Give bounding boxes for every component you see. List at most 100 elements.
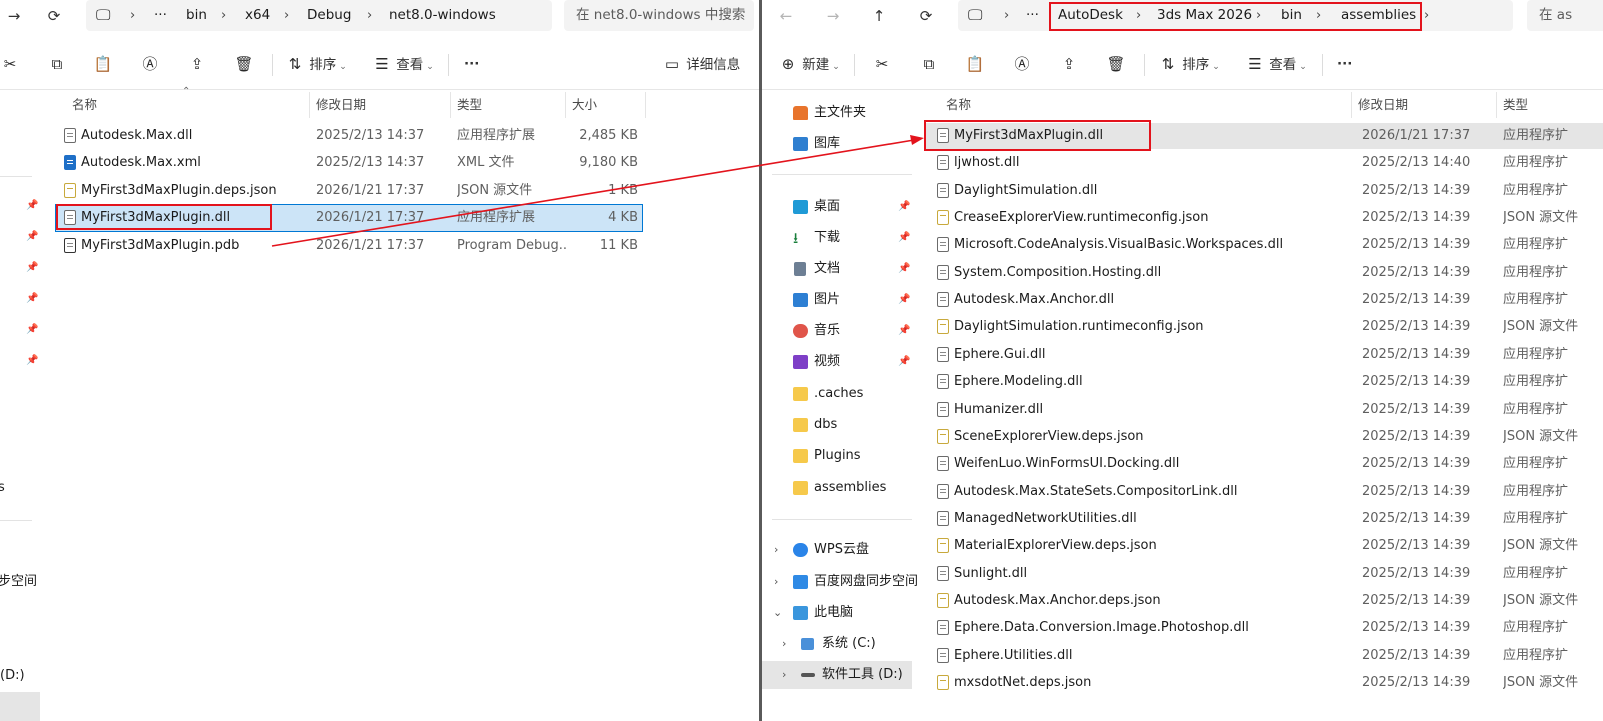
column-header-type[interactable]: 类型 xyxy=(451,92,566,118)
sidebar-item-this-pc[interactable]: ⌄ 此电脑 xyxy=(762,599,912,627)
more-button[interactable]: ··· xyxy=(464,50,479,78)
table-row[interactable]: Ephere.Modeling.dll 2025/2/13 14:39 应用程序扩 xyxy=(924,369,1603,395)
refresh-icon[interactable]: ⟳ xyxy=(912,4,940,28)
sidebar-item-assemblies[interactable]: assemblies xyxy=(762,474,912,502)
sidebar-item-music[interactable]: 音乐 📌 xyxy=(762,317,912,345)
table-row[interactable]: ManagedNetworkUtilities.dll 2025/2/13 14:… xyxy=(924,506,1603,532)
table-row[interactable]: Ephere.Utilities.dll 2025/2/13 14:39 应用程序扩 xyxy=(924,643,1603,669)
up-arrow-icon[interactable]: ↑ xyxy=(865,4,893,28)
column-header-size[interactable]: 大小 xyxy=(566,92,646,118)
cut-icon[interactable]: ✂ xyxy=(872,50,892,78)
delete-icon[interactable]: 🗑 xyxy=(234,50,254,78)
crumb-debug[interactable]: Debug xyxy=(307,0,351,31)
back-arrow-icon[interactable]: → xyxy=(0,4,28,28)
sort-button[interactable]: ⇅ 排序 ⌄ xyxy=(285,50,347,78)
cloud-icon xyxy=(793,543,808,557)
sidebar-item-dbs[interactable]: dbs xyxy=(762,411,912,439)
sidebar-item-label: 百度网盘同步空间 xyxy=(814,574,919,589)
cut-icon[interactable]: ✂ xyxy=(0,50,20,78)
table-row[interactable]: Autodesk.Max.dll 2025/2/13 14:37 应用程序扩展 2,4… xyxy=(56,123,642,149)
table-row[interactable]: MyFirst3dMaxPlugin.deps.json 2026/1/21 17… xyxy=(56,178,642,204)
view-label: 查看 xyxy=(1269,57,1297,73)
file-name: Autodesk.Max.Anchor.deps.json xyxy=(954,592,1161,608)
computer-icon[interactable]: 🖵 xyxy=(968,0,982,31)
column-header-type[interactable]: 类型 xyxy=(1497,92,1603,118)
sidebar-item-downloads[interactable]: ⭳ 下载 📌 xyxy=(762,224,912,252)
column-header-date[interactable]: 修改日期 xyxy=(310,92,451,118)
breadcrumb[interactable]: 🖵 › ··· bin › x64 › Debug › net8.0-windo… xyxy=(86,0,552,31)
table-row[interactable]: Autodesk.Max.Anchor.dll 2025/2/13 14:39 应用… xyxy=(924,287,1603,313)
view-button[interactable]: ☰ 查看 ⌄ xyxy=(1245,50,1307,78)
drive-icon xyxy=(801,673,815,677)
crumb-bin[interactable]: bin xyxy=(186,0,207,31)
file-date: 2025/2/13 14:37 xyxy=(316,128,425,143)
download-icon: ⭳ xyxy=(793,229,799,247)
sidebar-item-wps[interactable]: › WPS云盘 xyxy=(762,536,912,564)
file-type: 应用程序扩 xyxy=(1503,620,1569,636)
chevron-right-icon: › xyxy=(130,8,136,23)
table-row[interactable]: MyFirst3dMaxPlugin.pdb 2026/1/21 17:37 Pro… xyxy=(56,233,642,259)
sidebar-item-desktop[interactable]: 桌面 📌 xyxy=(762,193,912,221)
column-header-date[interactable]: 修改日期 xyxy=(1352,92,1497,118)
details-button[interactable]: ▭ 详细信息 xyxy=(662,50,740,78)
sidebar-item-selected[interactable] xyxy=(0,692,40,721)
table-row[interactable]: Autodesk.Max.Anchor.deps.json 2025/2/13 1… xyxy=(924,588,1603,614)
table-row[interactable]: System.Composition.Hosting.dll 2025/2/13 … xyxy=(924,260,1603,286)
ellipsis-icon[interactable]: ··· xyxy=(154,0,167,31)
rename-icon[interactable]: Ⓐ xyxy=(140,50,160,78)
table-row[interactable]: Ephere.Data.Conversion.Image.Photoshop.d… xyxy=(924,615,1603,641)
sidebar-item-gallery[interactable]: 图库 xyxy=(762,130,912,158)
table-row[interactable]: DaylightSimulation.runtimeconfig.json 202… xyxy=(924,314,1603,340)
computer-icon[interactable]: 🖵 xyxy=(96,0,110,31)
table-row[interactable]: ljwhost.dll 2025/2/13 14:40 应用程序扩 xyxy=(924,150,1603,176)
dll-file-icon xyxy=(937,346,949,362)
new-button[interactable]: ⊕ 新建 ⌄ xyxy=(778,50,840,78)
table-row[interactable]: Humanizer.dll 2025/2/13 14:39 应用程序扩 xyxy=(924,397,1603,423)
paste-icon[interactable]: 📋 xyxy=(965,50,985,78)
ellipsis-icon[interactable]: ··· xyxy=(1026,0,1039,31)
table-row[interactable]: mxsdotNet.deps.json 2025/2/13 14:39 JSON 源… xyxy=(924,670,1603,696)
back-arrow-icon[interactable]: ← xyxy=(772,4,800,28)
table-row[interactable]: Ephere.Gui.dll 2025/2/13 14:39 应用程序扩 xyxy=(924,342,1603,368)
table-row[interactable]: Microsoft.CodeAnalysis.VisualBasic.Works… xyxy=(924,232,1603,258)
paste-icon[interactable]: 📋 xyxy=(93,50,113,78)
table-row[interactable]: DaylightSimulation.dll 2025/2/13 14:39 应用程… xyxy=(924,178,1603,204)
rename-icon[interactable]: Ⓐ xyxy=(1012,50,1032,78)
share-icon[interactable]: ⇪ xyxy=(187,50,207,78)
search-input[interactable]: 在 net8.0-windows 中搜索 xyxy=(564,0,754,31)
sidebar-item-caches[interactable]: .caches xyxy=(762,380,912,408)
sidebar-item-plugins[interactable]: Plugins xyxy=(762,442,912,470)
table-row[interactable]: Sunlight.dll 2025/2/13 14:39 应用程序扩 xyxy=(924,561,1603,587)
table-row[interactable]: WeifenLuo.WinFormsUI.Docking.dll 2025/2/1… xyxy=(924,451,1603,477)
forward-arrow-icon[interactable]: → xyxy=(819,4,847,28)
sidebar-item-videos[interactable]: 视频 📌 xyxy=(762,348,912,376)
json-file-icon xyxy=(937,210,949,226)
table-row[interactable]: MaterialExplorerView.deps.json 2025/2/13 … xyxy=(924,533,1603,559)
sidebar-item-pictures[interactable]: 图片 📌 xyxy=(762,286,912,314)
search-input[interactable]: 在 as xyxy=(1527,0,1603,31)
crumb-x64[interactable]: x64 xyxy=(245,0,270,31)
share-icon[interactable]: ⇪ xyxy=(1059,50,1079,78)
table-row[interactable]: CreaseExplorerView.runtimeconfig.json 202… xyxy=(924,205,1603,231)
view-button[interactable]: ☰ 查看 ⌄ xyxy=(372,50,434,78)
sort-button[interactable]: ⇅ 排序 ⌄ xyxy=(1158,50,1220,78)
crumb-net8[interactable]: net8.0-windows xyxy=(389,0,496,31)
pin-icon: 📌 xyxy=(26,200,39,211)
table-row[interactable]: Autodesk.Max.xml 2025/2/13 14:37 XML 文件 9,1… xyxy=(56,150,642,176)
table-row[interactable]: SceneExplorerView.deps.json 2025/2/13 14:… xyxy=(924,424,1603,450)
copy-icon[interactable]: ⧉ xyxy=(919,50,939,78)
more-button[interactable]: ··· xyxy=(1337,50,1352,78)
copy-icon[interactable]: ⧉ xyxy=(47,50,67,78)
file-name: CreaseExplorerView.runtimeconfig.json xyxy=(954,210,1209,226)
file-date: 2025/2/13 14:39 xyxy=(1362,675,1471,690)
sidebar-item-home[interactable]: 主文件夹 xyxy=(762,99,912,127)
sidebar-item-tools-d[interactable]: › 软件工具 (D:) xyxy=(762,661,912,689)
file-date: 2026/1/21 17:37 xyxy=(316,210,425,226)
sidebar-item-documents[interactable]: 文档 📌 xyxy=(762,255,912,283)
refresh-icon[interactable]: ⟳ xyxy=(40,4,68,28)
column-header-name[interactable]: 名称 xyxy=(940,92,1352,118)
sidebar-item-system-c[interactable]: › 系统 (C:) xyxy=(762,630,912,658)
delete-icon[interactable]: 🗑 xyxy=(1106,50,1126,78)
sidebar-item-baidu[interactable]: › 百度网盘同步空间 xyxy=(762,568,918,596)
table-row[interactable]: Autodesk.Max.StateSets.CompositorLink.dl… xyxy=(924,479,1603,505)
